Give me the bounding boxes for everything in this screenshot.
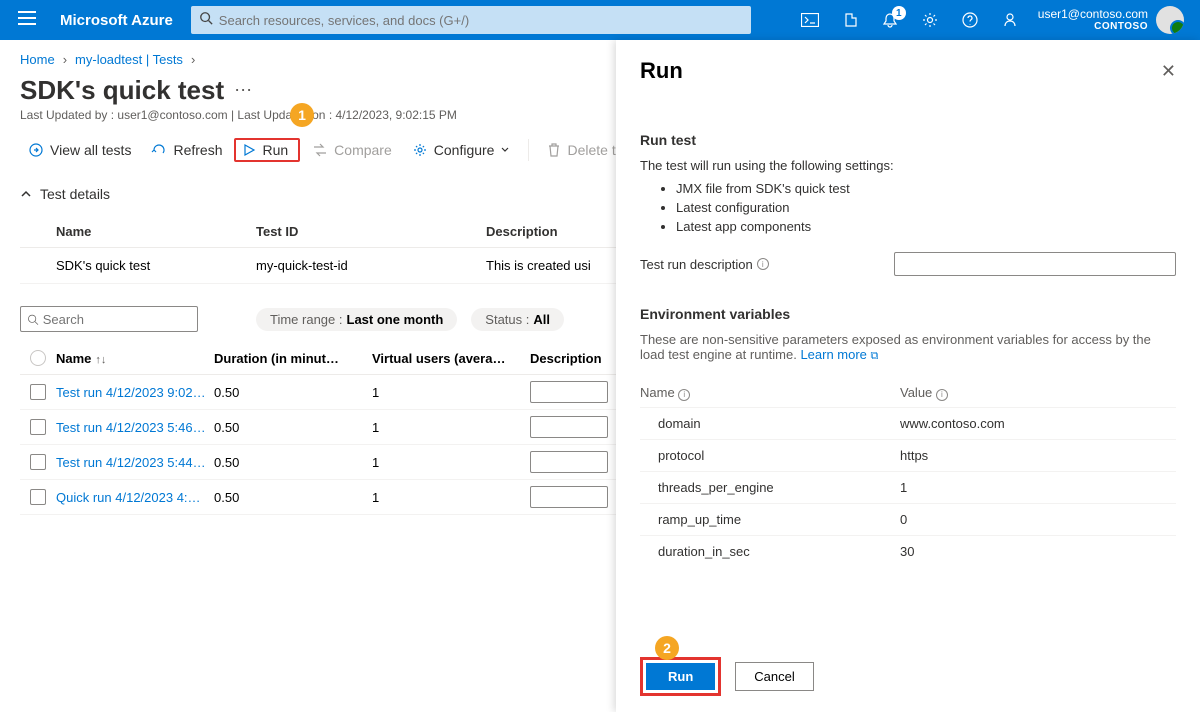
- runs-col-vu[interactable]: Virtual users (avera…: [372, 351, 530, 366]
- compare-button: Compare: [304, 138, 400, 162]
- account-tenant: CONTOSO: [1038, 21, 1148, 33]
- env-header-row: Name i Value i: [640, 379, 1176, 407]
- avatar[interactable]: [1156, 6, 1184, 34]
- search-icon: [199, 11, 213, 30]
- runs-col-name[interactable]: Name↑↓: [56, 351, 214, 366]
- account-menu[interactable]: user1@contoso.com CONTOSO: [1030, 6, 1192, 34]
- info-icon[interactable]: i: [757, 258, 769, 270]
- run-link[interactable]: Test run 4/12/2023 9:02…: [56, 385, 206, 400]
- chevron-right-icon: ›: [191, 52, 195, 67]
- more-actions-icon[interactable]: ⋯: [234, 80, 252, 101]
- row-checkbox[interactable]: [30, 454, 46, 470]
- row-checkbox[interactable]: [30, 489, 46, 505]
- env-row: domainwww.contoso.com: [640, 407, 1176, 439]
- row-checkbox[interactable]: [30, 384, 46, 400]
- test-run-desc-label: Test run description i: [640, 257, 880, 272]
- directories-icon[interactable]: [830, 0, 870, 40]
- topbar-icons: 1: [790, 0, 1030, 40]
- top-bar: Microsoft Azure 1 user1@contoso.com CONT…: [0, 0, 1200, 40]
- notifications-badge: 1: [892, 6, 906, 20]
- env-row: duration_in_sec30: [640, 535, 1176, 567]
- runtest-bullets: JMX file from SDK's quick test Latest co…: [640, 173, 1176, 238]
- chevron-down-icon: [500, 145, 510, 155]
- envvars-heading: Environment variables: [640, 306, 1176, 322]
- run-button[interactable]: Run: [234, 138, 300, 162]
- col-name[interactable]: Name: [56, 224, 256, 239]
- run-link[interactable]: Test run 4/12/2023 5:46…: [56, 420, 206, 435]
- col-id[interactable]: Test ID: [256, 224, 486, 239]
- env-row: ramp_up_time0: [640, 503, 1176, 535]
- test-run-desc-input[interactable]: [894, 252, 1176, 276]
- divider: [528, 139, 529, 161]
- page-title: SDK's quick test: [20, 75, 224, 106]
- search-input[interactable]: [219, 13, 743, 28]
- status-filter[interactable]: Status : All: [471, 308, 564, 331]
- select-all-checkbox[interactable]: [30, 350, 46, 366]
- account-email: user1@contoso.com: [1038, 7, 1148, 21]
- learn-more-link[interactable]: Learn more ⧉: [800, 347, 878, 362]
- run-link[interactable]: Test run 4/12/2023 5:44…: [56, 455, 206, 470]
- desc-input[interactable]: [530, 486, 608, 508]
- view-all-tests-button[interactable]: View all tests: [20, 138, 139, 162]
- brand-label[interactable]: Microsoft Azure: [46, 12, 187, 29]
- desc-input[interactable]: [530, 416, 608, 438]
- runs-col-duration[interactable]: Duration (in minut…: [214, 351, 372, 366]
- time-range-filter[interactable]: Time range : Last one month: [256, 308, 457, 331]
- notifications-icon[interactable]: 1: [870, 0, 910, 40]
- panel-title: Run: [640, 58, 683, 84]
- breadcrumb-home[interactable]: Home: [20, 52, 55, 67]
- global-search[interactable]: [191, 6, 751, 34]
- hamburger-icon[interactable]: [8, 11, 46, 30]
- desc-input[interactable]: [530, 381, 608, 403]
- env-row: threads_per_engine1: [640, 471, 1176, 503]
- close-icon[interactable]: ✕: [1161, 61, 1176, 82]
- annotation-2: 2: [655, 636, 679, 660]
- chevron-right-icon: ›: [63, 52, 67, 67]
- env-row: protocolhttps: [640, 439, 1176, 471]
- envvars-text: These are non-sensitive parameters expos…: [640, 332, 1176, 363]
- breadcrumb-path[interactable]: my-loadtest | Tests: [75, 52, 183, 67]
- runtest-heading: Run test: [640, 132, 1176, 148]
- runs-search-input[interactable]: [43, 312, 191, 327]
- external-link-icon: ⧉: [871, 350, 879, 362]
- info-icon[interactable]: i: [936, 389, 948, 401]
- runs-search[interactable]: [20, 306, 198, 332]
- row-checkbox[interactable]: [30, 419, 46, 435]
- chevron-up-icon: [20, 188, 32, 200]
- desc-input[interactable]: [530, 451, 608, 473]
- run-panel: Run ✕ Run test The test will run using t…: [616, 40, 1200, 712]
- settings-icon[interactable]: [910, 0, 950, 40]
- search-icon: [27, 313, 39, 326]
- info-icon[interactable]: i: [678, 389, 690, 401]
- refresh-button[interactable]: Refresh: [143, 138, 230, 162]
- panel-run-button[interactable]: Run: [646, 663, 715, 690]
- panel-cancel-button[interactable]: Cancel: [735, 662, 813, 691]
- feedback-icon[interactable]: [990, 0, 1030, 40]
- configure-button[interactable]: Configure: [404, 138, 519, 162]
- run-link[interactable]: Quick run 4/12/2023 4:…: [56, 490, 201, 505]
- annotation-1: 1: [290, 103, 314, 127]
- cloud-shell-icon[interactable]: [790, 0, 830, 40]
- help-icon[interactable]: [950, 0, 990, 40]
- runtest-text: The test will run using the following se…: [640, 158, 1176, 173]
- sort-icon: ↑↓: [95, 354, 106, 366]
